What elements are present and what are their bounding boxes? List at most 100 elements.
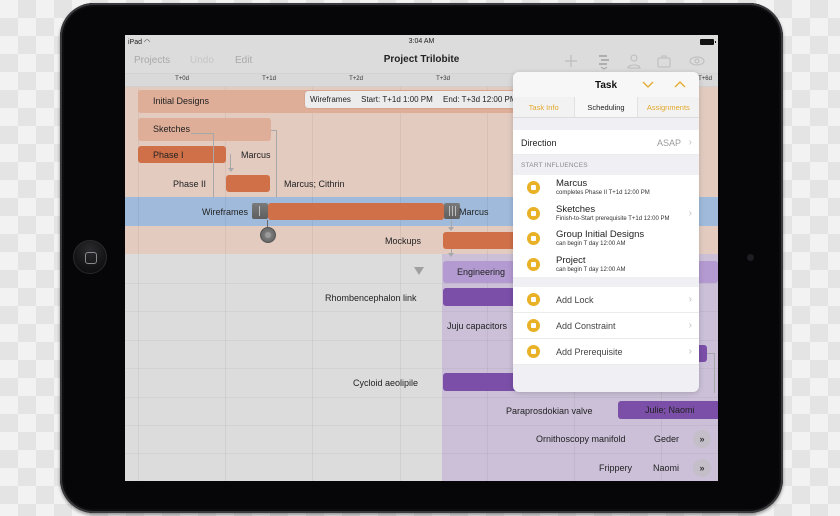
chevron-right-icon: ›	[688, 137, 692, 148]
chevron-right-icon: ›	[688, 320, 692, 331]
previous-task-chevron-up-icon[interactable]	[673, 77, 687, 91]
start-drag-handle[interactable]	[252, 203, 268, 219]
home-square-icon	[85, 252, 97, 264]
rhombencephalon-bar[interactable]	[443, 288, 523, 306]
tick-label: T+3d	[436, 76, 450, 82]
phase1-label: Phase I	[153, 150, 184, 160]
frippery-assignee: Naomi	[653, 463, 680, 473]
influence-row: Project can begin T day 12:00 AM	[513, 251, 699, 277]
end-drag-handle[interactable]	[444, 203, 460, 219]
resources-icon[interactable]	[625, 52, 643, 70]
inspector-title: Task	[594, 80, 618, 91]
cycloid-bar[interactable]	[443, 373, 523, 391]
action-label: Add Prerequisite	[556, 347, 623, 357]
wireframes-label: Wireframes	[202, 207, 249, 217]
influence-row: Group Initial Designs can begin T day 12…	[513, 226, 699, 252]
frippery-label: Frippery	[599, 463, 633, 473]
tick-label: T+2d	[349, 76, 363, 82]
grid-line	[125, 453, 718, 454]
grid-line	[400, 87, 401, 481]
grid-line	[312, 87, 313, 481]
scroll-to-task-button[interactable]: »	[693, 430, 711, 448]
battery-icon	[700, 39, 716, 45]
paraprosdokian-assignee: Julie; Naomi	[645, 405, 695, 415]
grid-line	[125, 425, 718, 426]
briefcase-icon[interactable]	[655, 52, 673, 70]
chevron-right-icon: ›	[688, 207, 692, 219]
juju-label: Juju capacitors	[447, 321, 508, 331]
add-prerequisite-row[interactable]: Add Prerequisite ›	[513, 339, 699, 365]
influence-title: Project	[556, 254, 586, 266]
phase2-assignee: Marcus; Cithrin	[284, 179, 345, 189]
view-options-icon[interactable]	[688, 52, 706, 70]
tooltip-start: Start: T+1d 1:00 PM	[361, 95, 433, 104]
home-button[interactable]	[73, 240, 107, 274]
tooltip-task: Wireframes	[310, 95, 351, 104]
dependency-line	[271, 130, 277, 197]
scroll-to-task-button[interactable]: »	[693, 459, 711, 477]
person-icon	[527, 181, 540, 194]
dependency-arrow-icon	[228, 168, 234, 172]
tick-label: T+6d	[698, 76, 712, 82]
influence-subtitle: Finish-to-Start prerequisite T+1d 12:00 …	[556, 215, 670, 222]
app-screen: iPad ◠ 3:04 AM Projects Undo Edit Projec…	[125, 35, 718, 481]
influence-row[interactable]: Sketches Finish-to-Start prerequisite T+…	[513, 200, 699, 226]
mockups-label: Mockups	[385, 236, 422, 246]
dependency-line	[191, 133, 214, 197]
task-tooltip: Wireframes Start: T+1d 1:00 PM End: T+3d…	[305, 91, 535, 108]
tab-scheduling[interactable]: Scheduling	[575, 97, 638, 117]
tooltip-end: End: T+3d 12:00 PM	[443, 95, 517, 104]
add-constraint-row[interactable]: Add Constraint ›	[513, 313, 699, 339]
direction-value: ASAP	[656, 138, 681, 148]
dependency-line	[226, 154, 231, 169]
tick-label: T+0d	[175, 76, 189, 82]
task-inspector-popover: Task Task Info Scheduling Assignments Di…	[513, 72, 699, 392]
connect-knob[interactable]	[260, 227, 276, 243]
inspector-header: Task	[513, 72, 699, 97]
influence-subtitle: can begin T day 12:00 AM	[556, 266, 626, 273]
tab-task-info[interactable]: Task Info	[513, 97, 576, 117]
collapse-triangle-icon[interactable]	[414, 267, 424, 275]
influence-subtitle: can begin T day 12:00 AM	[556, 241, 626, 247]
inspector-icon[interactable]	[595, 52, 613, 70]
dependency-arrow-icon	[448, 253, 454, 257]
grid-line	[125, 397, 718, 398]
grid-line	[487, 87, 488, 481]
action-label: Add Constraint	[556, 321, 616, 331]
influence-title: Sketches	[556, 203, 596, 215]
camera	[747, 254, 754, 261]
paraprosdokian-bar[interactable]: Julie; Naomi	[618, 401, 718, 419]
direction-row[interactable]: Direction ASAP ›	[513, 130, 699, 155]
rhombencephalon-label: Rhombencephalon link	[325, 293, 417, 303]
group-icon	[527, 232, 540, 245]
add-icon[interactable]	[562, 52, 580, 70]
nav-bar: Projects Undo Edit Project Trilobite	[125, 49, 718, 73]
chevron-right-icon: ›	[688, 346, 692, 357]
phase1-assignee: Marcus	[241, 150, 271, 160]
influence-row: Marcus completes Phase II T+1d 12:00 PM	[513, 175, 699, 201]
wireframes-bar[interactable]	[268, 203, 444, 220]
initial-designs-label: Initial Designs	[153, 96, 210, 106]
status-bar: iPad ◠ 3:04 AM	[125, 35, 718, 49]
influence-title: Group Initial Designs	[556, 229, 645, 240]
ornithoscopy-label: Ornithoscopy manifold	[536, 434, 626, 444]
next-task-chevron-down-icon[interactable]	[641, 77, 655, 91]
inspector-tabs: Task Info Scheduling Assignments	[513, 97, 699, 118]
constraint-icon	[527, 319, 540, 332]
chevron-right-icon: ›	[688, 294, 692, 305]
direction-label: Direction	[521, 138, 557, 148]
influence-subtitle: completes Phase II T+1d 12:00 PM	[556, 190, 650, 196]
engineering-label: Engineering	[457, 267, 506, 277]
mockups-bar[interactable]	[443, 232, 523, 249]
tab-assignments[interactable]: Assignments	[637, 97, 699, 117]
dependency-icon	[527, 206, 540, 220]
lock-icon	[527, 293, 540, 306]
dependency-line	[707, 353, 715, 393]
influence-title: Marcus	[556, 178, 588, 189]
phase2-bar[interactable]	[226, 175, 270, 192]
tick-label: T+1d	[262, 76, 276, 82]
prerequisite-icon	[527, 345, 540, 358]
add-lock-row[interactable]: Add Lock ›	[513, 287, 699, 313]
cycloid-label: Cycloid aeolipile	[353, 378, 419, 388]
